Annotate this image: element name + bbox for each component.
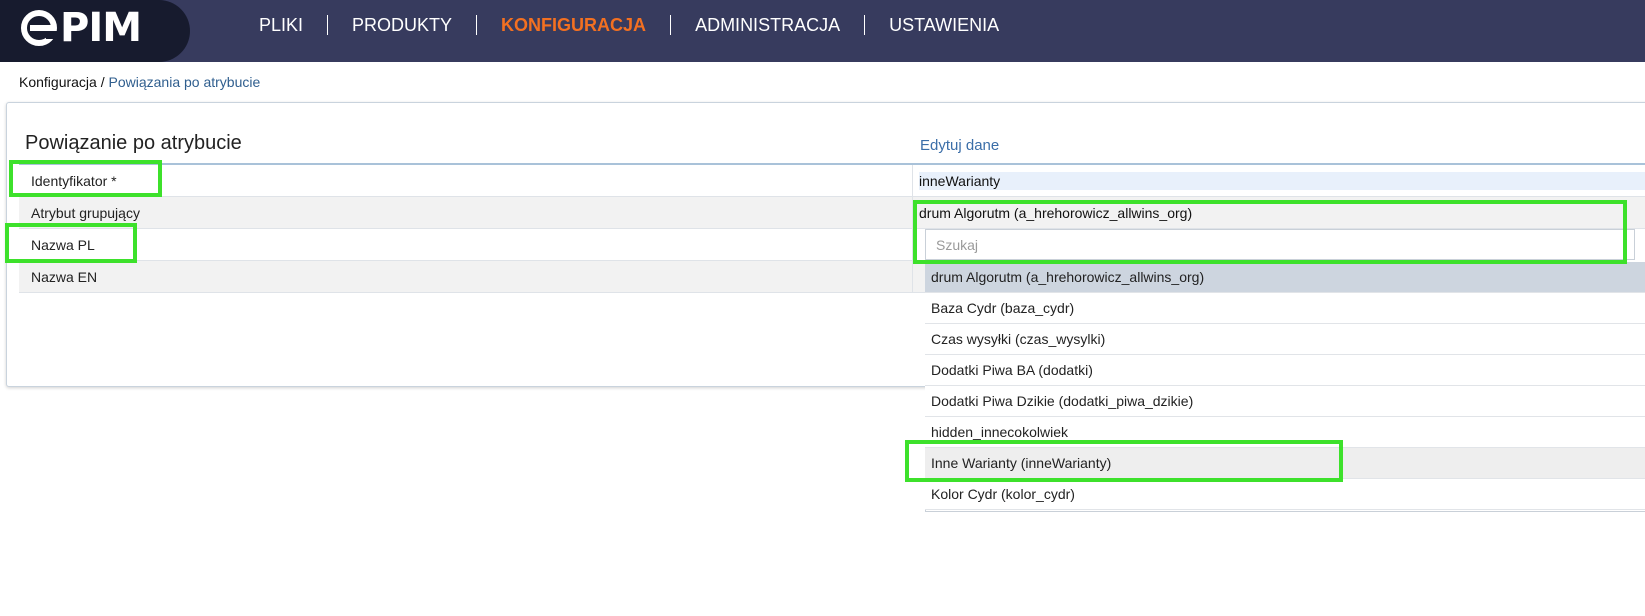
logo-text: PIM [60,5,142,51]
main-nav: PLIKI PRODUKTY KONFIGURACJA ADMINISTRACJ… [235,0,1023,50]
dropdown-option[interactable]: Inne Warianty (inneWarianty) [925,448,1645,479]
breadcrumb-root[interactable]: Konfiguracja [19,74,97,90]
form-row-identifier: Identyfikator * inneWarianty [19,165,1645,197]
epim-logo[interactable]: PIM [20,4,142,52]
edit-data-link[interactable]: Edytuj dane [920,137,999,154]
nav-item-produkty[interactable]: PRODUKTY [328,15,478,35]
name-pl-label: Nazwa PL [31,237,95,253]
dropdown-option[interactable]: hidden_innecokolwiek [925,417,1645,448]
breadcrumb-separator: / [96,74,109,90]
nav-item-administracja[interactable]: ADMINISTRACJA [671,15,866,35]
nav-item-ustawienia[interactable]: USTAWIENIA [865,15,1023,35]
dropdown-option[interactable]: Czas wysyłki (czas_wysylki) [925,324,1645,355]
dropdown-option[interactable]: Baza Cydr (baza_cydr) [925,293,1645,324]
dropdown-option[interactable]: Dodatki Piwa BA (dodatki) [925,355,1645,386]
breadcrumb: Konfiguracja / Powiązania po atrybucie [19,74,260,90]
breadcrumb-current[interactable]: Powiązania po atrybucie [109,74,261,90]
nav-item-konfiguracja[interactable]: KONFIGURACJA [477,15,672,35]
dropdown-option[interactable]: Dodatki Piwa Dzikie (dodatki_piwa_dzikie… [925,386,1645,417]
dropdown-option-list: drum Algorutm (a_hrehorowicz_allwins_org… [925,262,1645,510]
identifier-field[interactable]: inneWarianty [919,172,1645,190]
name-en-label: Nazwa EN [31,269,98,285]
grouping-attribute-label: Atrybut grupujący [31,205,140,221]
nav-item-pliki[interactable]: PLIKI [235,15,329,35]
grouping-attribute-select-value[interactable]: drum Algorutm (a_hrehorowicz_allwins_org… [913,197,1192,229]
dropdown-search-input[interactable] [925,229,1635,260]
identifier-value-cell: inneWarianty [912,165,1645,197]
identifier-label: Identyfikator * [31,173,117,189]
dropdown-option[interactable]: drum Algorutm (a_hrehorowicz_allwins_org… [925,262,1645,293]
top-bar: PIM PLIKI PRODUKTY KONFIGURACJA ADMINIST… [0,0,1645,62]
e-logo-icon [21,10,58,46]
logo-area: PIM [0,0,190,62]
identifier-value: inneWarianty [919,173,1001,189]
dropdown-option[interactable]: Kolor Cydr (kolor_cydr) [925,479,1645,510]
form-row-grouping-attribute: Atrybut grupujący drum Algorutm (a_hreho… [19,197,1645,229]
grouping-attribute-value-cell[interactable]: drum Algorutm (a_hrehorowicz_allwins_org… [912,197,1645,229]
panel-title: Powiązanie po atrybucie [25,132,242,154]
